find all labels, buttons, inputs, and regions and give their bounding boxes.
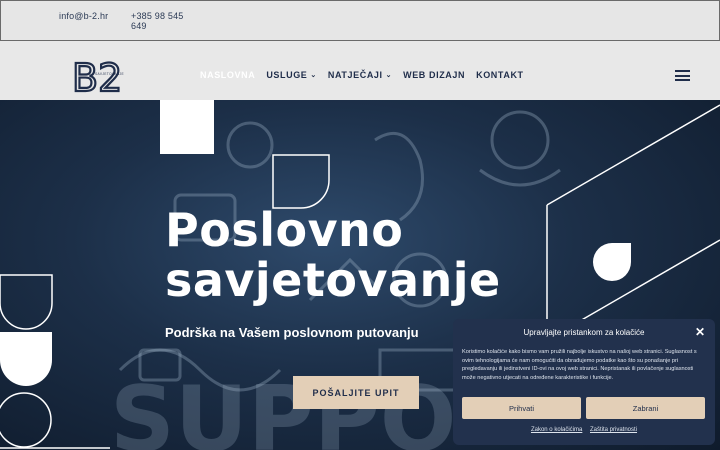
hamburger-icon[interactable]	[675, 70, 690, 81]
logo-mark: B2	[72, 58, 122, 94]
cookie-policy-link[interactable]: Zakon o kolačićima	[531, 427, 582, 433]
accept-cookies-button[interactable]: Prihvati	[462, 397, 581, 419]
cookie-consent-banner: Upravljajte pristankom za kolačiće ✕ Kor…	[453, 319, 715, 445]
logo-tagline: SAVJETOVANJE	[95, 72, 124, 76]
top-contact-bar: info@b-2.hr +385 98 545 649	[0, 0, 720, 41]
nav-item-natjecaji[interactable]: NATJEČAJI ⌄	[328, 70, 392, 80]
close-icon[interactable]: ✕	[695, 325, 705, 339]
nav-menu: NASLOVNA USLUGE ⌄ NATJEČAJI ⌄ WEB DIZAJN K…	[200, 70, 535, 80]
phone-link[interactable]: +385 98 545 649	[131, 11, 193, 31]
chevron-down-icon: ⌄	[385, 72, 393, 79]
cookie-title: Upravljajte pristankom za kolačiće	[523, 328, 645, 337]
send-inquiry-button[interactable]: POŠALJITE UPIT	[293, 376, 419, 409]
deny-cookies-button[interactable]: Zabrani	[586, 397, 705, 419]
hero-title: Poslovno savjetovanje	[165, 203, 501, 307]
email-link[interactable]: info@b-2.hr	[59, 11, 108, 21]
nav-item-kontakt[interactable]: KONTAKT	[476, 70, 524, 80]
hero-subtitle: Podrška na Vašem poslovnom putovanju	[165, 325, 419, 340]
cookie-links: Zakon o kolačićima Zaštita privatnosti	[453, 427, 715, 433]
privacy-policy-link[interactable]: Zaštita privatnosti	[590, 427, 637, 433]
b2-logo[interactable]: B2 SAVJETOVANJE	[72, 58, 128, 94]
nav-item-naslovna[interactable]: NASLOVNA	[200, 70, 255, 80]
cookie-description: Koristimo kolačiće kako bismo vam pružil…	[462, 349, 697, 381]
nav-item-usluge[interactable]: USLUGE ⌄	[266, 70, 317, 80]
nav-item-web-dizajn[interactable]: WEB DIZAJN	[403, 70, 465, 80]
chevron-down-icon: ⌄	[310, 72, 317, 79]
